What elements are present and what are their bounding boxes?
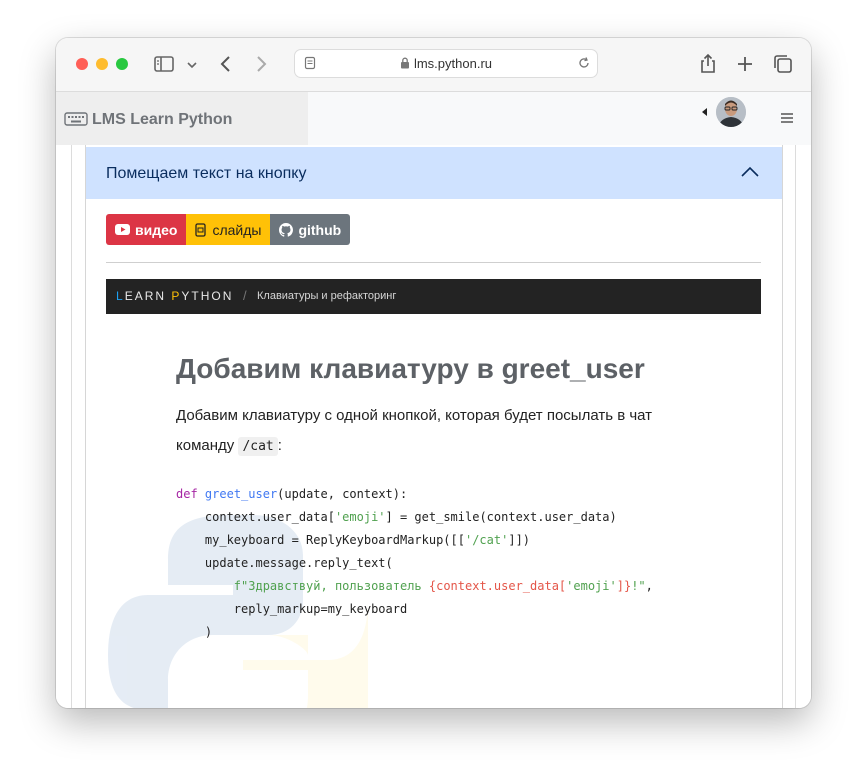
menu-icon[interactable] (780, 112, 794, 124)
divider (106, 262, 761, 263)
reload-icon[interactable] (577, 56, 591, 70)
logo-text-earn: EARN (124, 289, 172, 303)
code-string: '/cat' (464, 533, 509, 547)
brand-area[interactable]: LMS Learn Python (56, 92, 308, 145)
youtube-icon (115, 224, 130, 235)
browser-window: lms.python.ru LMS Learn Python Помещаем … (56, 38, 811, 708)
article-paragraph: Добавим клавиатуру с одной кнопкой, кото… (176, 401, 696, 462)
keyboard-icon (64, 112, 88, 126)
inline-code: /cat (238, 437, 278, 456)
address-bar[interactable]: lms.python.ru (294, 49, 598, 78)
learn-python-logo[interactable]: LEARN PYTHON (116, 289, 233, 303)
code-line: update.message.reply_text( (176, 552, 653, 575)
code-text: context.user_data[ (176, 510, 335, 524)
code-string: 'emoji' (334, 510, 386, 524)
back-icon[interactable] (214, 52, 238, 76)
paragraph-text-end: : (277, 437, 282, 454)
close-window-button[interactable] (76, 58, 88, 70)
chevron-up-icon[interactable] (740, 165, 760, 179)
url-row: lms.python.ru (295, 56, 597, 71)
lesson-header-bar: LEARN PYTHON / Клавиатуры и рефакторинг (106, 279, 761, 314)
code-line: ) (176, 621, 653, 644)
code-fstring-end: !" (631, 579, 646, 593)
breadcrumb[interactable]: Клавиатуры и рефакторинг (257, 290, 396, 302)
site-navbar: LMS Learn Python (56, 92, 811, 145)
browser-toolbar: lms.python.ru (56, 38, 811, 92)
container-border (795, 145, 796, 708)
code-line: reply_markup=my_keyboard (176, 598, 653, 621)
slides-badge-label: слайды (212, 221, 262, 238)
code-function-name: greet_user (204, 487, 278, 501)
code-keyword: def (176, 487, 198, 501)
container-border (71, 145, 72, 708)
github-badge[interactable]: github (270, 214, 351, 245)
github-icon (279, 222, 294, 237)
new-tab-icon[interactable] (733, 52, 757, 76)
accordion-title[interactable]: Помещаем текст на кнопку (106, 165, 306, 183)
code-text: update.message.reply_text( (176, 556, 393, 570)
accordion-header[interactable]: Помещаем текст на кнопку (86, 147, 782, 199)
code-interpolation: {context.user_data[ (428, 579, 567, 593)
forward-icon[interactable] (249, 52, 273, 76)
slides-icon (195, 222, 207, 237)
code-text: ) (176, 625, 213, 639)
share-icon[interactable] (696, 52, 720, 76)
code-text: my_keyboard = ReplyKeyboardMarkup([[ (176, 533, 465, 547)
minimize-window-button[interactable] (96, 58, 108, 70)
sidebar-toggle-icon[interactable] (152, 52, 176, 76)
code-line: def greet_user(update, context): (176, 483, 653, 506)
code-fstring: f"Здравствуй, пользователь (233, 579, 429, 593)
code-block: def greet_user(update, context): context… (176, 483, 653, 644)
logo-letter-p: P (171, 289, 182, 303)
code-line: context.user_data['emoji'] = get_smile(c… (176, 506, 653, 529)
code-line: f"Здравствуй, пользователь {context.user… (176, 575, 653, 598)
brand-title[interactable]: LMS Learn Python (92, 111, 232, 129)
avatar[interactable] (715, 96, 747, 128)
logo-text-ython: YTHON (181, 289, 234, 303)
lock-icon (400, 57, 409, 69)
code-interpolation: ]} (616, 579, 632, 593)
accordion-item: Помещаем текст на кнопку видео слайды gi… (85, 145, 783, 708)
code-text: ]]) (508, 533, 531, 547)
url-text: lms.python.ru (413, 56, 493, 71)
caret-left-icon[interactable] (702, 108, 708, 116)
code-string: 'emoji' (566, 579, 617, 593)
code-text: , (645, 579, 653, 593)
slides-badge[interactable]: слайды (186, 214, 271, 245)
article-heading: Добавим клавиатуру в greet_user (176, 353, 645, 384)
maximize-window-button[interactable] (116, 58, 128, 70)
code-text: ] = get_smile(context.user_data) (385, 510, 617, 524)
logo-letter-l: L (116, 289, 125, 303)
video-badge-label: видео (135, 221, 178, 238)
video-badge[interactable]: видео (106, 214, 187, 245)
code-line: my_keyboard = ReplyKeyboardMarkup([['/ca… (176, 529, 653, 552)
code-text: reply_markup=my_keyboard (176, 602, 408, 616)
code-text: (update, context): (277, 487, 408, 501)
github-badge-label: github (298, 221, 342, 238)
tab-overview-icon[interactable] (771, 52, 795, 76)
breadcrumb-separator: / (243, 288, 247, 303)
chevron-down-icon[interactable] (182, 52, 202, 76)
resource-badges: видео слайды github (106, 214, 351, 245)
page-content: Помещаем текст на кнопку видео слайды gi… (56, 145, 811, 708)
